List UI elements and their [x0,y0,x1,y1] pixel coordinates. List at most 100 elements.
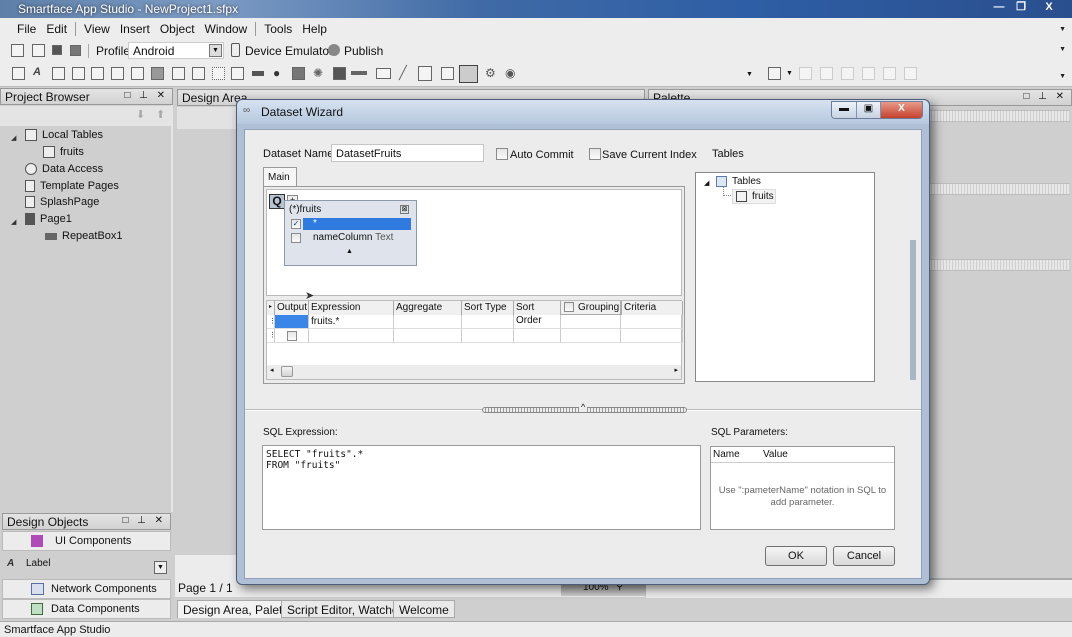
button-tool-icon[interactable] [111,67,124,80]
sql-expression-textarea[interactable]: SELECT "fruits".* FROM "fruits" [262,445,701,530]
grid-cell-sort-type[interactable] [462,315,514,329]
grid-header-expression[interactable]: Expression [309,301,394,315]
column-checkbox-all[interactable]: ✓ [291,219,301,229]
chevron-down-icon[interactable]: ▼ [209,44,222,57]
tree-item-template-pages[interactable]: Template Pages [25,180,119,192]
frame-tool-icon[interactable] [418,66,432,81]
tree-node-tables[interactable]: Tables [732,176,761,187]
rectangle-tool-icon[interactable] [376,68,391,79]
grouping-checkbox[interactable] [564,302,574,312]
palette-group-bar[interactable] [926,259,1070,271]
panel-controls[interactable]: □ ⊥ ✕ [1023,91,1067,102]
menu-object[interactable]: Object [155,22,200,36]
menu-view[interactable]: View [79,22,115,36]
new-project-icon[interactable] [11,44,24,57]
expand-icon[interactable]: ◢ [11,218,16,226]
dialog-close-button[interactable]: X [880,102,922,118]
output-checkbox[interactable] [287,331,297,341]
move-up-icon[interactable]: ⬆ [156,108,165,121]
repeatbox-tool-icon[interactable] [231,67,244,80]
menu-tools[interactable]: Tools [259,22,297,36]
grid-header-grouping[interactable]: Grouping [576,301,621,315]
scroll-up-icon[interactable]: ▲ [346,248,353,255]
palette-group-bar[interactable] [926,183,1070,195]
grid-header-output[interactable]: Output [275,301,309,315]
dialog-title-bar[interactable]: ∞ Dataset Wizard ▬ ▣ X [237,100,929,124]
chevron-down-icon[interactable]: ▼ [154,561,167,574]
filter-icon[interactable] [459,65,478,83]
publish-button[interactable]: Publish [344,44,383,58]
toolbar-overflow-icon[interactable]: ▼ [1059,46,1066,53]
minimize-button[interactable]: — [988,0,1010,16]
row-handle-icon[interactable]: ⋮ [267,329,276,343]
collapse-up-icon[interactable]: ^ [579,402,588,412]
toolbar-overflow-icon[interactable]: ▼ [1059,73,1066,80]
grid-cell-grouping[interactable] [561,329,621,343]
activity-indicator-icon[interactable]: ✺ [313,66,323,80]
tree-node-fruits[interactable]: fruits [732,189,776,204]
expand-icon[interactable]: ◢ [704,179,709,187]
grid-cell-sort-type[interactable] [462,329,514,343]
group-data-components[interactable]: Data Components [2,599,171,619]
menu-file[interactable]: File [12,22,41,36]
close-button[interactable]: X [1032,0,1066,16]
scroll-right-icon[interactable]: ▸ [674,366,678,374]
align-icon[interactable] [768,67,781,80]
current-object-label[interactable]: Label [26,558,50,569]
menu-insert[interactable]: Insert [115,22,155,36]
tree-item-splashpage[interactable]: SplashPage [25,196,99,208]
grid-row[interactable]: ⋮ ✓ fruits.* [267,315,683,341]
grid-cell-sort-order[interactable] [514,315,561,329]
edit-tool-icon[interactable] [131,67,144,80]
column-row-all[interactable]: * [303,218,411,230]
image-tool-icon[interactable] [52,67,65,80]
scrollbar-thumb[interactable] [281,366,293,377]
tab-script-editor-watches[interactable]: Script Editor, Watches [281,600,411,618]
save-icon[interactable] [52,45,62,55]
restore-button[interactable]: ❐ [1010,0,1032,16]
splitter-handle[interactable]: ^ [482,402,687,413]
tree-item-repeatbox1[interactable]: RepeatBox1 [45,230,123,242]
group-ui-components[interactable]: UI Components [2,531,171,551]
grid-cell-sort-order[interactable] [514,329,561,343]
tree-item-page1[interactable]: Page1 [25,213,72,225]
grid-cell-expression[interactable]: fruits.* [309,315,394,329]
grid-header-aggregate[interactable]: Aggregate [394,301,462,315]
tree-item-local-tables[interactable]: Local Tables [25,129,103,141]
device-emulator-button[interactable]: Device Emulator [245,44,333,58]
video-tool-icon[interactable] [333,67,346,80]
profile-select[interactable]: Android ▼ [128,42,224,59]
new-page-icon[interactable] [12,67,25,80]
grid-cell-criteria[interactable] [621,315,683,329]
tab-welcome[interactable]: Welcome [393,600,455,618]
panel-controls[interactable]: □ ⊥ ✕ [122,515,166,526]
query-designer-canvas[interactable]: Q + (*)fruits ⊠ ✓ * nameColumn Text ▲ [266,189,682,302]
globe-icon[interactable]: ◉ [505,66,515,80]
row-handle-icon[interactable]: ⋮ [267,315,276,329]
grid-row[interactable]: ⋮ [267,329,683,343]
table-box-close-icon[interactable]: ⊠ [400,205,409,214]
grid-cell-expression[interactable] [309,329,394,343]
container-tool-icon[interactable] [192,67,205,80]
ok-button[interactable]: OK [765,546,827,566]
palette-group-bar[interactable] [926,110,1070,122]
tab-main[interactable]: Main [263,167,297,187]
scrollview-tool-icon[interactable] [172,67,185,80]
textbox-tool-icon[interactable] [91,67,104,80]
column-row-namecolumn[interactable]: nameColumn Text [313,232,393,243]
horizontal-scrollbar[interactable]: ◂ ▸ [267,365,681,379]
grid-header-sort-type[interactable]: Sort Type [462,301,514,315]
panel-controls[interactable]: □ ⊥ ✕ [124,90,168,101]
cancel-button[interactable]: Cancel [833,546,895,566]
selection-tool-icon[interactable] [212,67,225,80]
toolbar-overflow-icon[interactable]: ▼ [1059,26,1066,33]
grid-tool-icon[interactable] [441,67,454,80]
qr-tool-icon[interactable] [292,67,305,80]
tree-item-data-access[interactable]: Data Access [25,163,103,175]
expand-icon[interactable]: ◢ [11,134,16,142]
group-network-components[interactable]: Network Components [2,579,171,599]
table-box-fruits[interactable]: (*)fruits ⊠ ✓ * nameColumn Text ▲ [284,200,417,266]
grid-cell-aggregate[interactable] [394,329,462,343]
auto-commit-checkbox[interactable] [496,148,508,160]
dataset-name-input[interactable]: DatasetFruits [331,144,484,162]
